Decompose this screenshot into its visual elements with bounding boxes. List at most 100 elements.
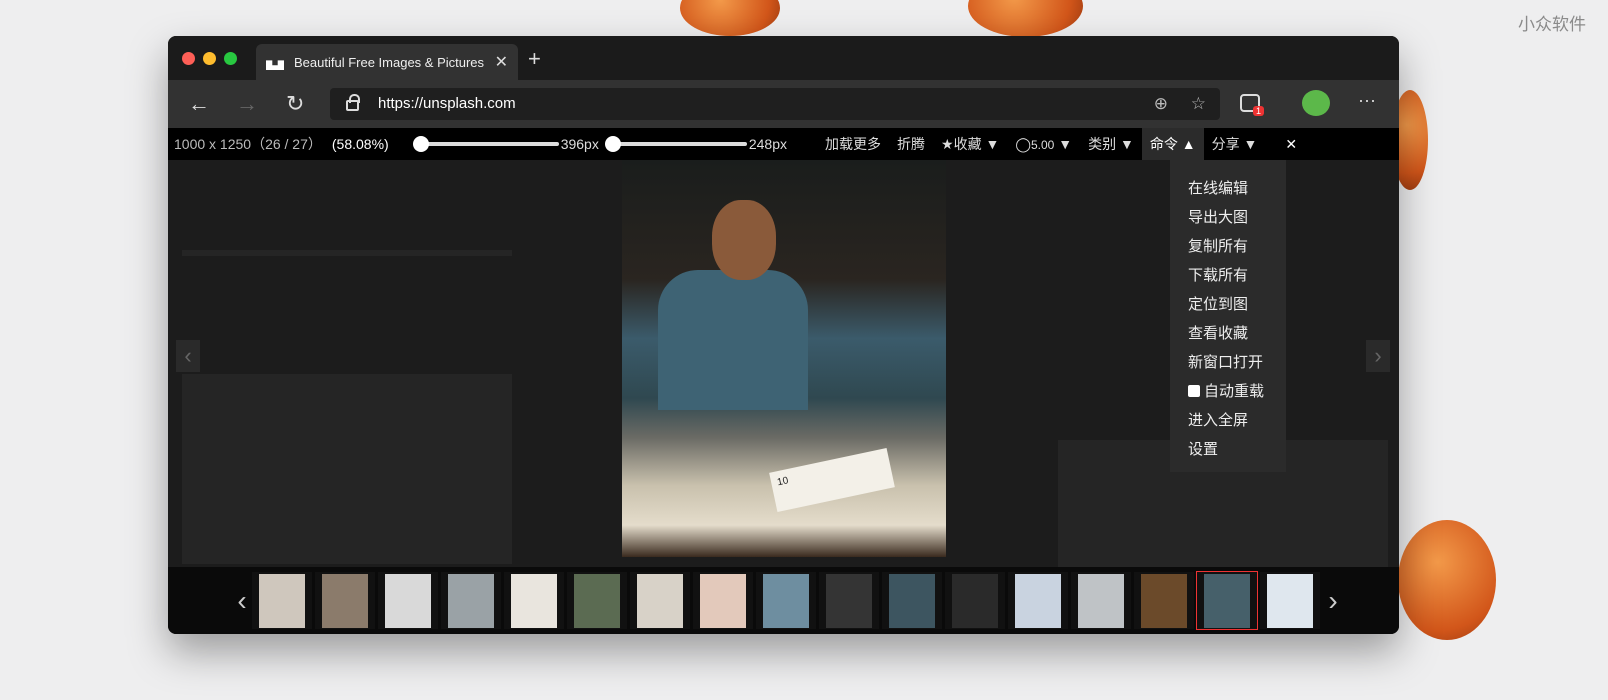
photo-sign: 10 xyxy=(769,447,895,513)
close-tab-icon[interactable]: ✕ xyxy=(495,52,508,72)
photo-subject xyxy=(658,270,808,410)
thumbnail[interactable] xyxy=(756,572,816,629)
menu-item-settings[interactable]: 设置 xyxy=(1170,435,1286,464)
command-dropdown-menu: 在线编辑 导出大图 复制所有 下载所有 定位到图 查看收藏 新窗口打开 自动重载… xyxy=(1170,160,1286,472)
share-button[interactable]: 分享 ▼ xyxy=(1204,128,1266,160)
forward-icon[interactable]: → xyxy=(236,91,258,117)
thumbnail-image xyxy=(637,573,683,628)
menu-item-locate-image[interactable]: 定位到图 xyxy=(1170,290,1286,319)
tab-unsplash[interactable]: Beautiful Free Images & Pictures ✕ xyxy=(256,44,518,80)
thumbnail[interactable] xyxy=(819,572,879,629)
thumbnail[interactable] xyxy=(1008,572,1068,629)
category-label: 类别 xyxy=(1088,136,1117,152)
thumbnail-image xyxy=(1015,573,1061,628)
favorites-label: 收藏 xyxy=(953,136,982,152)
category-button[interactable]: 类别 ▼ xyxy=(1080,128,1142,160)
maximize-window-button[interactable] xyxy=(224,52,237,65)
command-label: 命令 xyxy=(1149,136,1178,152)
rating-icon: ◯ xyxy=(1015,136,1031,152)
extension-badge: 1 xyxy=(1253,106,1265,116)
background-page-block xyxy=(182,374,512,564)
thumbnail-image xyxy=(511,573,557,628)
size-slider-1[interactable] xyxy=(412,136,559,152)
thumbnail-image xyxy=(1141,573,1187,628)
star-icon[interactable]: ☆ xyxy=(1191,88,1206,120)
thumbnail[interactable] xyxy=(945,572,1005,629)
add-icon[interactable]: ⊕ xyxy=(1154,88,1168,120)
auto-reload-label: 自动重载 xyxy=(1204,382,1265,400)
command-button[interactable]: 命令 ▲ xyxy=(1141,128,1204,160)
menu-item-download-all[interactable]: 下载所有 xyxy=(1170,261,1286,290)
thumbnail[interactable] xyxy=(252,572,312,629)
back-icon[interactable]: ← xyxy=(188,91,210,117)
thumbnail-image xyxy=(322,573,368,628)
watermark: 小众软件 xyxy=(1518,15,1586,35)
thumbnail-image xyxy=(889,573,935,628)
photo-subject xyxy=(712,200,776,280)
thumbnail[interactable] xyxy=(1134,572,1194,629)
thumbnail-image xyxy=(952,573,998,628)
thumbnail[interactable] xyxy=(567,572,627,629)
thumbnail[interactable] xyxy=(315,572,375,629)
menu-item-view-favorites[interactable]: 查看收藏 xyxy=(1170,319,1286,348)
thumbnail[interactable] xyxy=(504,572,564,629)
thumbnail-image xyxy=(1267,573,1313,628)
viewer-toolbar: 1000 x 1250（26 / 27） (58.08%) 396px 248p… xyxy=(168,128,1399,160)
thumbnail[interactable] xyxy=(1260,572,1320,629)
tab-title: Beautiful Free Images & Pictures xyxy=(294,54,485,70)
thumbnail-strip: ‹ › xyxy=(168,567,1399,634)
thumbnail-image xyxy=(448,573,494,628)
favorites-button[interactable]: ★收藏 ▼ xyxy=(933,128,1007,160)
thumbnail-image xyxy=(259,573,305,628)
menu-item-copy-all[interactable]: 复制所有 xyxy=(1170,232,1286,261)
next-image-arrow[interactable]: › xyxy=(1366,340,1390,372)
minimize-window-button[interactable] xyxy=(203,52,216,65)
new-tab-button[interactable]: + xyxy=(528,46,541,72)
load-more-button[interactable]: 加载更多 xyxy=(817,128,889,160)
menu-item-fullscreen[interactable]: 进入全屏 xyxy=(1170,406,1286,435)
browser-window: Beautiful Free Images & Pictures ✕ + ← →… xyxy=(168,36,1399,634)
close-viewer-button[interactable]: ✕ xyxy=(1277,128,1305,160)
thumbnail[interactable] xyxy=(1071,572,1131,629)
url-input[interactable]: https://unsplash.com ⊕ ☆ xyxy=(330,88,1220,120)
size-slider-2[interactable] xyxy=(604,136,747,152)
auto-reload-checkbox[interactable] xyxy=(1188,385,1200,397)
menu-item-export-large[interactable]: 导出大图 xyxy=(1170,203,1286,232)
thumbnail[interactable] xyxy=(882,572,942,629)
slider-knob[interactable] xyxy=(604,136,621,152)
more-menu-icon[interactable]: ··· xyxy=(1358,90,1376,111)
thumbnail[interactable] xyxy=(441,572,501,629)
background-page-block xyxy=(182,250,512,256)
slider-2-label: 248px xyxy=(748,136,788,152)
slider-knob[interactable] xyxy=(412,136,429,152)
menu-item-auto-reload[interactable]: 自动重载 xyxy=(1170,377,1286,406)
thumbnails-prev-arrow[interactable]: ‹ xyxy=(232,585,252,617)
refresh-icon[interactable]: ↻ xyxy=(286,91,304,117)
unsplash-favicon-icon xyxy=(266,60,284,70)
close-window-button[interactable] xyxy=(182,52,195,65)
rating-button[interactable]: ◯5.00 ▼ xyxy=(1007,128,1080,160)
profile-avatar[interactable] xyxy=(1302,90,1330,116)
menu-item-online-edit[interactable]: 在线编辑 xyxy=(1170,174,1286,203)
main-photo: 10 xyxy=(622,160,946,557)
thumbnail[interactable] xyxy=(693,572,753,629)
prev-image-arrow[interactable]: ‹ xyxy=(176,340,200,372)
thumbnails-next-arrow[interactable]: › xyxy=(1323,585,1343,617)
url-text: https://unsplash.com xyxy=(378,95,516,112)
thumbnail[interactable] xyxy=(630,572,690,629)
thumbnail[interactable] xyxy=(378,572,438,629)
thumbnail-image xyxy=(1204,573,1250,628)
thumbnail-image xyxy=(1078,573,1124,628)
thumbnail[interactable] xyxy=(1196,571,1258,630)
pumpkin-decoration xyxy=(968,0,1083,37)
thumbnail-image xyxy=(826,573,872,628)
toggle-button[interactable]: 折腾 xyxy=(889,128,933,160)
lock-icon xyxy=(346,94,360,111)
pumpkin-decoration xyxy=(680,0,780,36)
zoom-percent: (58.08%) xyxy=(331,136,389,152)
tab-bar: Beautiful Free Images & Pictures ✕ + xyxy=(168,36,1399,80)
address-bar-row: ← → ↻ https://unsplash.com ⊕ ☆ 1 ··· xyxy=(168,80,1399,128)
thumbnail-image xyxy=(700,573,746,628)
menu-item-open-new-window[interactable]: 新窗口打开 xyxy=(1170,348,1286,377)
thumbnail-image xyxy=(385,573,431,628)
